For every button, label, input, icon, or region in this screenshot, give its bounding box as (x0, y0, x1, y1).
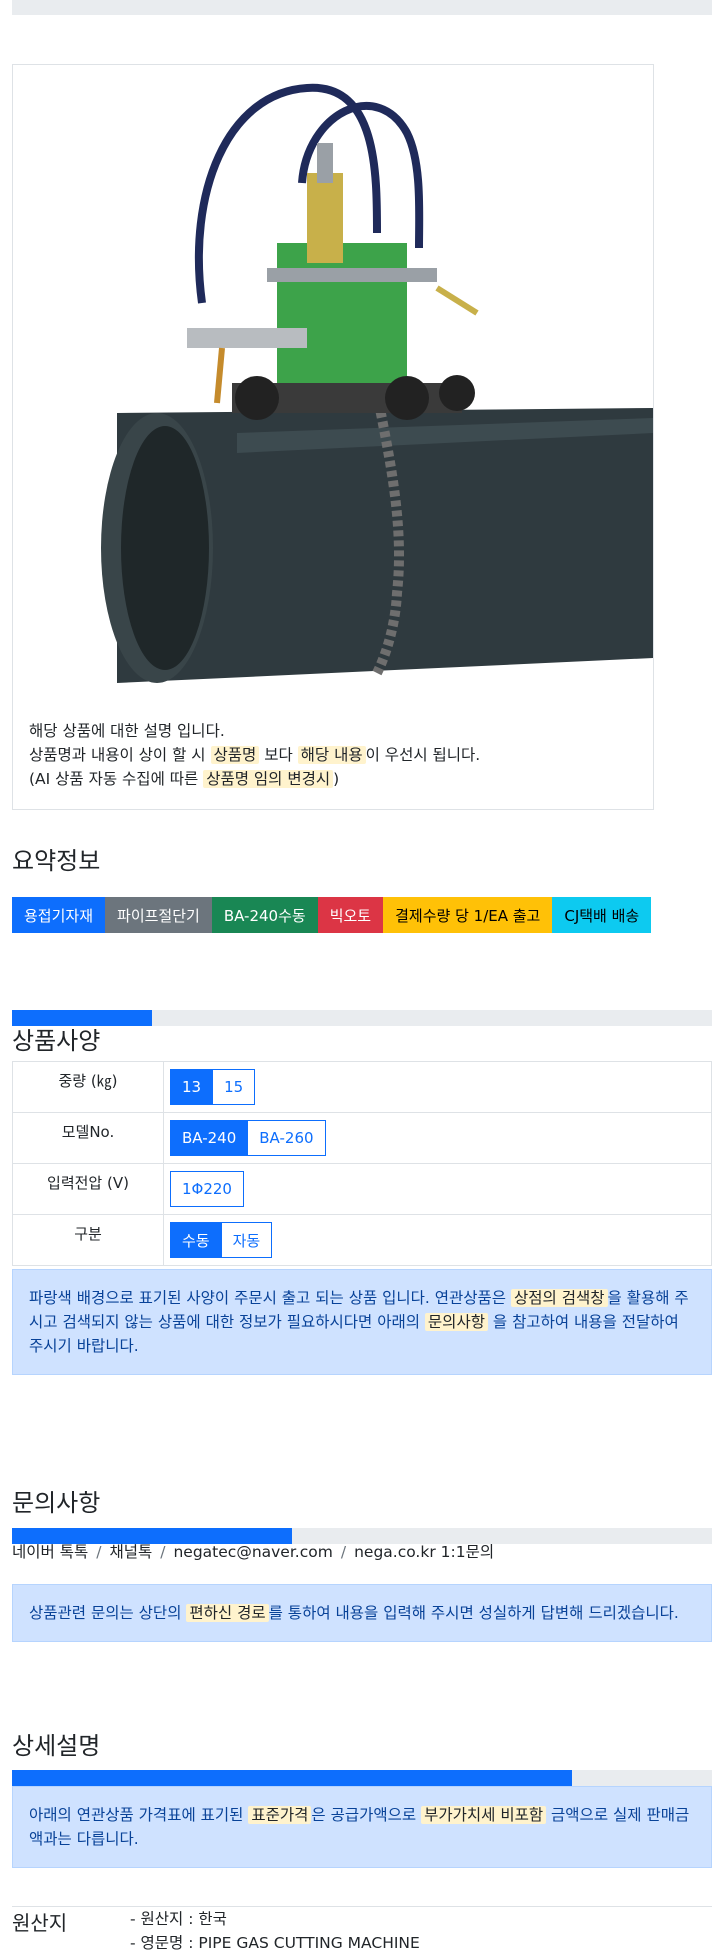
breadcrumb-separator: / (340, 1543, 347, 1561)
description-text: 보다 (259, 746, 298, 764)
spec-option-button[interactable]: BA-260 (248, 1120, 326, 1156)
product-description: 해당 상품에 대한 설명 입니다. 상품명과 내용이 상이 할 시 상품명 보다… (29, 719, 480, 791)
highlight-name-change: 상품명 임의 변경시 (203, 770, 334, 788)
spec-row: 모델No. BA-240 BA-260 (12, 1112, 712, 1164)
spec-option-button[interactable]: BA-240 (170, 1120, 249, 1156)
detail-notice: 아래의 연관상품 가격표에 표기된 표준가격 은 공급가액으로 부가가치세 비포함… (12, 1786, 712, 1868)
spec-label: 입력전압 (V) (12, 1163, 164, 1215)
highlight-product-name: 상품명 (210, 746, 260, 764)
spec-options: 수동 자동 (163, 1214, 712, 1266)
spec-notice: 파랑색 배경으로 표기된 사양이 주문시 출고 되는 상품 입니다. 연관상품은… (12, 1269, 712, 1375)
spec-option-button[interactable]: 수동 (170, 1222, 222, 1258)
notice-text: 은 공급가액으로 (311, 1806, 422, 1824)
notice-text: 를 통하여 내용을 입력해 주시면 성실하게 답변해 드리겠습니다. (268, 1604, 679, 1622)
description-line-3: (AI 상품 자동 수집에 따른 상품명 임의 변경시) (29, 767, 480, 791)
origin-item: - 영문명 : PIPE GAS CUTTING MACHINE (130, 1934, 420, 1952)
origin-item: - 원산지 : 한국 (130, 1910, 227, 1928)
summary-badge: 용접기자재 (12, 897, 106, 933)
inquiry-notice: 상품관련 문의는 상단의 편하신 경로 를 통하여 내용을 입력해 주시면 성실하… (12, 1584, 712, 1642)
contact-link[interactable]: negatec@naver.com (173, 1543, 332, 1561)
option-button-group: 1Φ220 (170, 1171, 244, 1207)
spec-options: BA-240 BA-260 (163, 1112, 712, 1164)
contact-link[interactable]: nega.co.kr 1:1문의 (354, 1543, 494, 1561)
summary-badge: 결제수량 당 1/EA 출고 (383, 897, 553, 933)
spec-options: 13 15 (163, 1061, 712, 1113)
breadcrumb-separator: / (160, 1543, 166, 1561)
description-text: 이 우선시 됩니다. (365, 746, 481, 764)
spec-title: 상품사양 (12, 1027, 101, 1055)
spec-row: 구분 수동 자동 (12, 1214, 712, 1266)
description-text: (AI 상품 자동 수집에 따른 (29, 770, 204, 788)
contact-link[interactable]: 네이버 톡톡 (12, 1543, 88, 1561)
summary-badge: 파이프절단기 (105, 897, 212, 933)
notice-text: 상품관련 문의는 상단의 (29, 1604, 187, 1622)
spec-option-button[interactable]: 1Φ220 (170, 1171, 244, 1207)
highlight-standard-price: 표준가격 (248, 1806, 312, 1824)
breadcrumb-separator: / (96, 1543, 102, 1561)
spec-progress-fill (12, 1010, 152, 1026)
spec-progress-bar (12, 1010, 712, 1026)
highlight-vat-excluded: 부가가치세 비포함 (421, 1806, 547, 1824)
description-line-2: 상품명과 내용이 상이 할 시 상품명 보다 해당 내용 이 우선시 됩니다. (29, 743, 480, 767)
notice-text: 파랑색 배경으로 표기된 사양이 주문시 출고 되는 상품 입니다. 연관상품은 (29, 1289, 511, 1307)
spec-options: 1Φ220 (163, 1163, 712, 1215)
option-button-group: 13 15 (170, 1069, 256, 1105)
notice-text: 아래의 연관상품 가격표에 표기된 (29, 1806, 249, 1824)
description-line-1: 해당 상품에 대한 설명 입니다. (29, 722, 225, 740)
detail-progress-bar (12, 1770, 712, 1786)
highlight-content: 해당 내용 (297, 746, 366, 764)
summary-badge: 빅오토 (317, 897, 384, 933)
spec-option-button[interactable]: 13 (170, 1069, 214, 1105)
contact-link[interactable]: 채널톡 (109, 1543, 152, 1561)
detail-progress-fill (12, 1770, 572, 1786)
highlight-store-search: 상점의 검색창 (511, 1289, 608, 1307)
highlight-route: 편하신 경로 (186, 1604, 269, 1622)
top-divider-bar (12, 0, 712, 15)
product-photo (101, 83, 653, 683)
product-image-card: 해당 상품에 대한 설명 입니다. 상품명과 내용이 상이 할 시 상품명 보다… (12, 64, 654, 810)
spec-row: 중량 (㎏) 13 15 (12, 1061, 712, 1113)
contact-links: 네이버 톡톡 / 채널톡 / negatec@naver.com / nega.co.kr … (12, 1540, 494, 1562)
detail-title: 상세설명 (12, 1732, 101, 1760)
spec-row: 입력전압 (V) 1Φ220 (12, 1163, 712, 1215)
inquiry-title: 문의사항 (12, 1489, 101, 1517)
description-text: ) (333, 770, 340, 788)
summary-badge: CJ택배 배송 (552, 897, 652, 933)
spec-label: 중량 (㎏) (12, 1061, 164, 1113)
summary-badge: BA-240수동 (211, 897, 318, 933)
summary-badges: 용접기자재 파이프절단기 BA-240수동 빅오토 결제수량 당 1/EA 출고 CJ택배… (12, 897, 652, 933)
summary-title: 요약정보 (12, 847, 101, 875)
spec-option-button[interactable]: 자동 (221, 1222, 273, 1258)
option-button-group: BA-240 BA-260 (170, 1120, 326, 1156)
description-text: 상품명과 내용이 상이 할 시 (29, 746, 211, 764)
highlight-inquiry: 문의사항 (424, 1313, 488, 1331)
spec-table: 중량 (㎏) 13 15 모델No. BA-240 BA-260 입력전압 (V) 1Φ220… (12, 1061, 712, 1266)
origin-title: 원산지 (12, 1911, 68, 1935)
spec-label: 모델No. (12, 1112, 164, 1164)
spec-label: 구분 (12, 1214, 164, 1266)
spec-option-button[interactable]: 15 (213, 1069, 256, 1105)
option-button-group: 수동 자동 (170, 1222, 273, 1258)
